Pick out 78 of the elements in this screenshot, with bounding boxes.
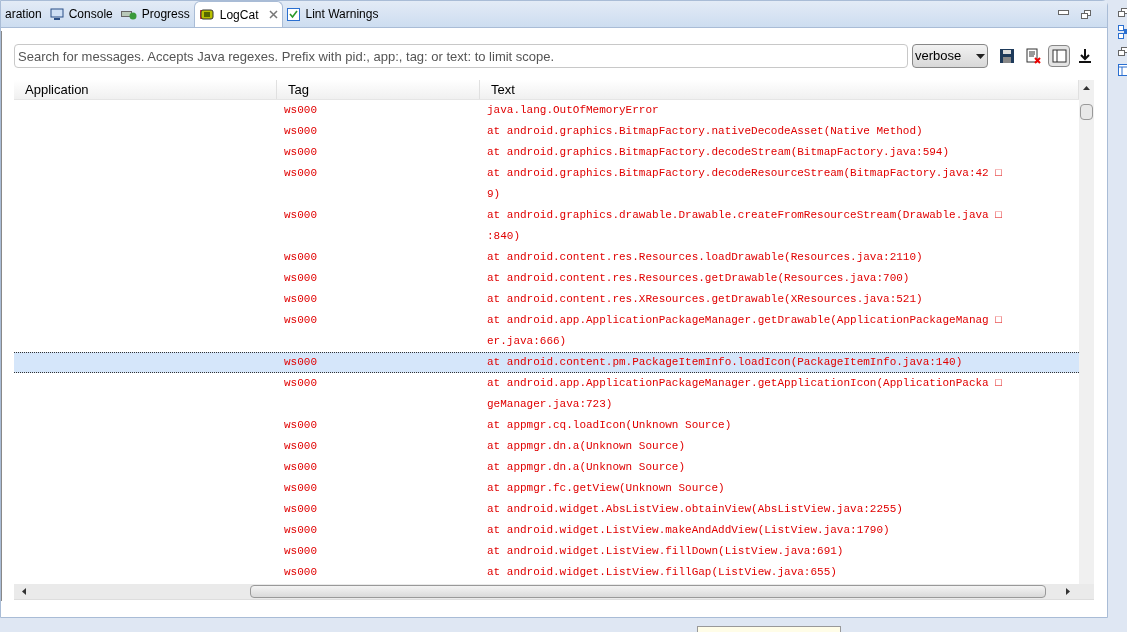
tag-cell: ws000 (284, 251, 317, 263)
log-message: at android.content.res.Resources.loadDrawable(Resources.java:2110) (487, 250, 924, 265)
panel-toggle-icon (1051, 48, 1067, 64)
log-message: at android.content.res.XResources.getDrawable(XResources.java:521) (487, 292, 924, 307)
tab-label[interactable]: Console (68, 5, 113, 23)
log-message: java.lang.OutOfMemoryError (487, 103, 660, 118)
tab-label[interactable]: Lint Warnings (305, 5, 379, 23)
log-message: at android.graphics.BitmapFactory.decodeStream(BitmapFactory.java:594) (487, 145, 951, 160)
grid-icon[interactable] (1118, 25, 1127, 39)
android-icon (198, 8, 215, 21)
tag-cell: ws000 (284, 503, 317, 515)
log-message: at appmgr.dn.a(Unknown Source) (487, 460, 687, 475)
restore-icon[interactable] (1118, 47, 1127, 56)
log-message: at android.app.ApplicationPackageManager.getApplicationIcon(ApplicationPacka □ (487, 376, 1003, 391)
tag-cell: ws000 (284, 125, 317, 137)
panel-toggle-button[interactable] (1048, 45, 1070, 67)
tag-cell: ws000 (284, 146, 317, 158)
tag-cell: ws000 (284, 482, 317, 494)
tag-cell: ws000 (284, 314, 317, 326)
tab-label[interactable]: Progress (141, 5, 190, 23)
tag-cell: ws000 (284, 293, 317, 305)
scroll-thumb[interactable] (1080, 104, 1093, 120)
close-icon[interactable] (269, 10, 279, 19)
log-message: :840) (487, 229, 521, 244)
log-message: at android.graphics.BitmapFactory.decodeResourceStream(BitmapFactory.java:42 □ (487, 166, 1003, 181)
checkbox-icon (287, 7, 301, 21)
tab[interactable]: LogCat (193, 1, 284, 27)
restore-icon[interactable] (1081, 10, 1091, 19)
tag-cell: ws000 (284, 272, 317, 284)
restore-icon[interactable] (1118, 8, 1127, 17)
tab[interactable]: Progress (116, 1, 194, 27)
scroll-left-icon[interactable] (22, 588, 26, 595)
scroll-up-icon[interactable] (1083, 86, 1090, 90)
tag-cell: ws000 (284, 461, 317, 473)
tag-cell: ws000 (284, 566, 317, 578)
log-message: at android.widget.ListView.fillDown(ListView.java:691) (487, 544, 845, 559)
column-header[interactable]: Application (14, 80, 277, 99)
scroll-right-icon[interactable] (1066, 588, 1070, 595)
tab[interactable]: Console (45, 1, 117, 27)
log-message: at android.graphics.drawable.Drawable.createFromResourceStream(Drawable.java □ (487, 208, 1003, 223)
dropdown-caret-icon (976, 53, 985, 59)
log-message: at appmgr.cq.loadIcon(Unknown Source) (487, 418, 733, 433)
tag-cell: ws000 (284, 356, 317, 368)
scroll-thumb[interactable] (250, 585, 1046, 598)
tag-cell: ws000 (284, 545, 317, 557)
horizontal-scrollbar[interactable] (14, 584, 1094, 599)
tag-cell: ws000 (284, 524, 317, 536)
log-message: at appmgr.dn.a(Unknown Source) (487, 439, 687, 454)
scroll-lock-icon (1077, 48, 1093, 64)
log-message: at android.app.ApplicationPackageManager.getDrawable(ApplicationPackageManag □ (487, 313, 1003, 328)
log-message: er.java:666) (487, 334, 568, 349)
tag-cell: ws000 (284, 440, 317, 452)
log-message: 9) (487, 187, 502, 202)
search-field[interactable]: Search for messages. Accepts Java regexes. Prefix with pid:, app:, tag: or text: to limit scope. (14, 44, 908, 68)
column-header[interactable]: Tag (277, 80, 480, 99)
log-message: at android.content.res.Resources.getDrawable(Resources.java:700) (487, 271, 911, 286)
save-icon (999, 48, 1015, 64)
log-message: at android.widget.ListView.makeAndAddView(ListView.java:1790) (487, 523, 891, 538)
level-dropdown[interactable]: verbose (912, 44, 988, 68)
vertical-scrollbar[interactable] (1079, 80, 1094, 584)
log-message: at android.graphics.BitmapFactory.nativeDecodeAsset(Native Method) (487, 124, 924, 139)
tab-label[interactable]: LogCat (219, 5, 259, 24)
tag-cell: ws000 (284, 419, 317, 431)
tag-cell: ws000 (284, 104, 317, 116)
log-message: at android.widget.AbsListView.obtainView(AbsListView.java:2255) (487, 502, 904, 517)
table-icon[interactable] (1118, 64, 1127, 76)
tag-cell: ws000 (284, 209, 317, 221)
clear-log-icon (1025, 48, 1041, 64)
tag-cell: ws000 (284, 167, 317, 179)
tab[interactable]: Lint Warnings (283, 1, 383, 27)
log-message: at appmgr.fc.getView(Unknown Source) (487, 481, 726, 496)
minimize-icon[interactable] (1058, 10, 1069, 16)
log-message: geManager.java:723) (487, 397, 614, 412)
tag-cell: ws000 (284, 377, 317, 389)
log-message: at android.content.pm.PackageItemInfo.loadIcon(PackageItemInfo.java:140) (487, 355, 964, 370)
log-message: at android.widget.ListView.fillGap(ListView.java:655) (487, 565, 838, 580)
monitor-icon (49, 7, 64, 21)
selected-row[interactable]: ws000 at android.content.pm.PackageItemInfo.loadIcon(PackageItemInfo.java:140) (14, 352, 1079, 373)
